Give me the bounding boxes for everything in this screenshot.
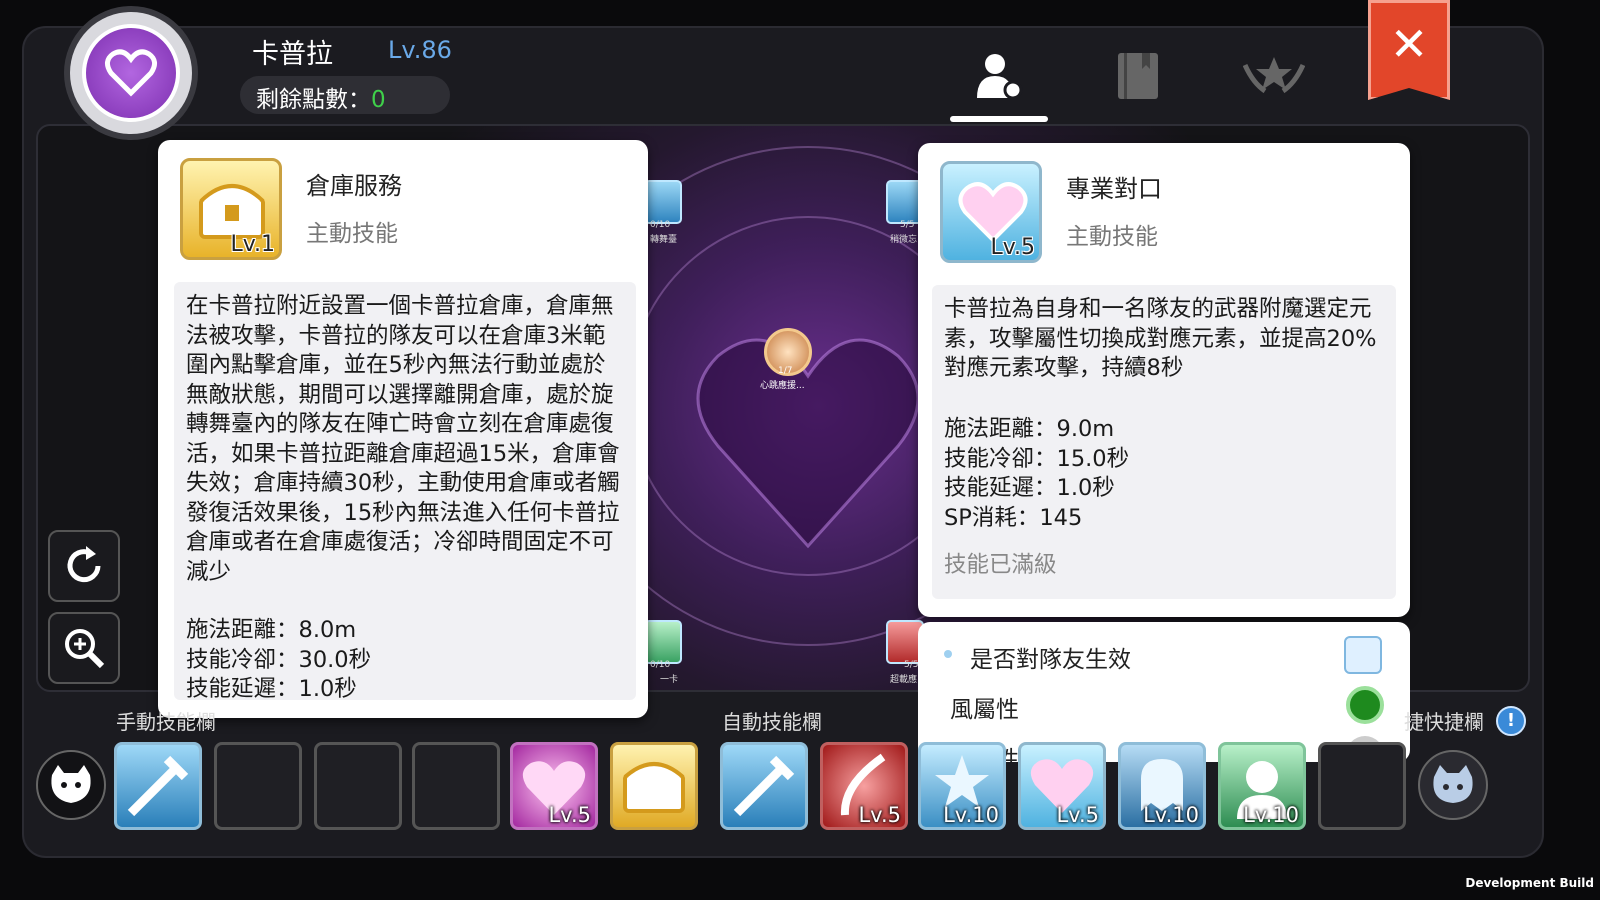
character-level: Lv.86 bbox=[388, 36, 452, 64]
cat-face-right-icon[interactable] bbox=[1418, 750, 1488, 820]
auto-slot-red-slash[interactable]: Lv.5 bbox=[820, 742, 908, 830]
manual-slot-empty[interactable] bbox=[314, 742, 402, 830]
zoom-button[interactable] bbox=[48, 612, 120, 684]
heart-emblem-icon bbox=[82, 24, 180, 122]
skill-options-panel: 是否對隊友生效 風屬性 地屬性 bbox=[918, 622, 1410, 762]
skill-stat: SP消耗：145 bbox=[944, 504, 1083, 531]
skill-description-panel[interactable]: 卡普拉為自身和一名隊友的武器附魔選定元素，攻擊屬性切換成對應元素，並提高20%對… bbox=[932, 285, 1396, 599]
node-label: 稍微忘 bbox=[890, 235, 918, 245]
points-value: 0 bbox=[371, 87, 386, 113]
refresh-icon bbox=[67, 546, 101, 583]
option-label: 風屬性 bbox=[950, 697, 1019, 723]
skill-level-badge: Lv.1 bbox=[230, 232, 275, 257]
option-label: 是否對隊友生效 bbox=[970, 647, 1131, 673]
development-build-label: Development Build bbox=[1465, 876, 1594, 890]
manual-slot-empty[interactable] bbox=[412, 742, 500, 830]
skill-node[interactable] bbox=[644, 180, 682, 224]
skill-title: 專業對口 bbox=[1066, 175, 1162, 203]
manual-slot-sword[interactable] bbox=[114, 742, 202, 830]
treasure-chest-icon: Lv.1 bbox=[180, 158, 282, 260]
option-row: 是否對隊友生效 bbox=[918, 630, 1410, 680]
slot-level: Lv.10 bbox=[1243, 803, 1299, 827]
close-button[interactable]: ✕ bbox=[1368, 0, 1450, 100]
manual-slot-pink-heart[interactable]: Lv.5 bbox=[510, 742, 598, 830]
node-count: 5/5 bbox=[900, 220, 915, 230]
skill-stat: 技能冷卻：15.0秒 bbox=[944, 445, 1130, 472]
zoom-in-icon bbox=[65, 629, 105, 669]
auto-slot-sword[interactable] bbox=[720, 742, 808, 830]
auto-slot-character[interactable]: Lv.10 bbox=[1218, 742, 1306, 830]
remaining-points: 剩餘點數：0 bbox=[240, 76, 450, 114]
tab-emblem[interactable] bbox=[1242, 46, 1306, 106]
treasure-chest-icon bbox=[623, 762, 685, 813]
skill-type: 主動技能 bbox=[306, 221, 398, 247]
slot-level: Lv.5 bbox=[548, 803, 591, 827]
slot-level: Lv.10 bbox=[943, 803, 999, 827]
tab-skills[interactable] bbox=[966, 46, 1030, 106]
auto-slot-ghost[interactable]: Lv.10 bbox=[1118, 742, 1206, 830]
slot-level: Lv.5 bbox=[1056, 803, 1099, 827]
manual-slot-empty[interactable] bbox=[214, 742, 302, 830]
node-count: 5/5 bbox=[904, 660, 919, 670]
sword-burst-icon bbox=[733, 755, 795, 817]
skill-stat: 施法距離：8.0m bbox=[186, 617, 357, 643]
reset-button[interactable] bbox=[48, 530, 120, 602]
character-emblem bbox=[54, 12, 208, 134]
skill-description: 卡普拉為自身和一名隊友的武器附魔選定元素，攻擊屬性切換成對應元素，並提高20%對… bbox=[944, 296, 1377, 381]
character-name: 卡普拉 bbox=[252, 39, 333, 70]
skill-level-badge: Lv.5 bbox=[990, 235, 1035, 260]
auto-slot-empty[interactable] bbox=[1318, 742, 1406, 830]
node-label: 一卡 bbox=[660, 675, 679, 685]
auto-slot-heart[interactable]: Lv.5 bbox=[1018, 742, 1106, 830]
skill-detail-card-left: Lv.1 倉庫服務 主動技能 在卡普拉附近設置一個卡普拉倉庫，倉庫無法被攻擊，卡… bbox=[158, 140, 648, 718]
manual-bar-label: 手動技能欄 bbox=[116, 710, 216, 734]
slot-level: Lv.10 bbox=[1143, 803, 1199, 827]
max-level-note: 技能已滿級 bbox=[944, 552, 1057, 578]
points-label: 剩餘點數： bbox=[256, 87, 371, 113]
heart-crest-icon bbox=[696, 338, 920, 549]
node-label: 超載應 bbox=[890, 675, 918, 685]
auto-slot-stage[interactable]: Lv.10 bbox=[918, 742, 1006, 830]
quick-bar-label: 捷快捷欄 bbox=[1404, 710, 1484, 734]
manual-slot-chest[interactable] bbox=[610, 742, 698, 830]
auto-bar-label: 自動技能欄 bbox=[722, 710, 822, 734]
book-icon bbox=[1118, 53, 1158, 99]
skill-stat: 施法距離：9.0m bbox=[944, 416, 1115, 442]
skill-node[interactable] bbox=[644, 620, 682, 664]
node-count: 0/10 bbox=[650, 220, 671, 230]
heart-skill-icon: Lv.5 bbox=[940, 161, 1042, 263]
friendly-checkbox[interactable] bbox=[1344, 636, 1382, 674]
bullet-icon bbox=[944, 650, 952, 658]
skill-stat: 技能延遲：1.0秒 bbox=[944, 475, 1115, 501]
active-tab-indicator bbox=[950, 116, 1048, 122]
cat-face-left-icon[interactable] bbox=[36, 750, 106, 820]
slot-level: Lv.5 bbox=[858, 803, 901, 827]
emblem-star-icon bbox=[1243, 57, 1305, 94]
skill-type: 主動技能 bbox=[1066, 224, 1158, 250]
wind-radio-selected[interactable] bbox=[1346, 686, 1384, 724]
center-node-count: 1/7 bbox=[778, 366, 793, 376]
skill-stat: 技能延遲：1.0秒 bbox=[186, 676, 357, 700]
info-icon[interactable]: ! bbox=[1496, 706, 1526, 736]
node-count: 0/10 bbox=[650, 660, 671, 670]
skill-title: 倉庫服務 bbox=[306, 172, 402, 200]
skill-description-panel[interactable]: 在卡普拉附近設置一個卡普拉倉庫，倉庫無法被攻擊，卡普拉的隊友可以在倉庫3米範圍內… bbox=[174, 282, 636, 700]
sword-burst-icon bbox=[127, 755, 189, 817]
node-label: 轉舞臺 bbox=[650, 235, 678, 245]
center-node-label: 心跳應援... bbox=[760, 381, 805, 391]
option-row: 風屬性 bbox=[918, 680, 1410, 730]
skill-detail-card-right: Lv.5 專業對口 主動技能 卡普拉為自身和一名隊友的武器附魔選定元素，攻擊屬性… bbox=[918, 143, 1410, 617]
tab-book[interactable] bbox=[1106, 46, 1170, 106]
person-skill-icon bbox=[977, 54, 1023, 100]
skill-stat: 技能冷卻：30.0秒 bbox=[186, 646, 372, 673]
skill-description: 在卡普拉附近設置一個卡普拉倉庫，倉庫無法被攻擊，卡普拉的隊友可以在倉庫3米範圍內… bbox=[186, 293, 620, 585]
